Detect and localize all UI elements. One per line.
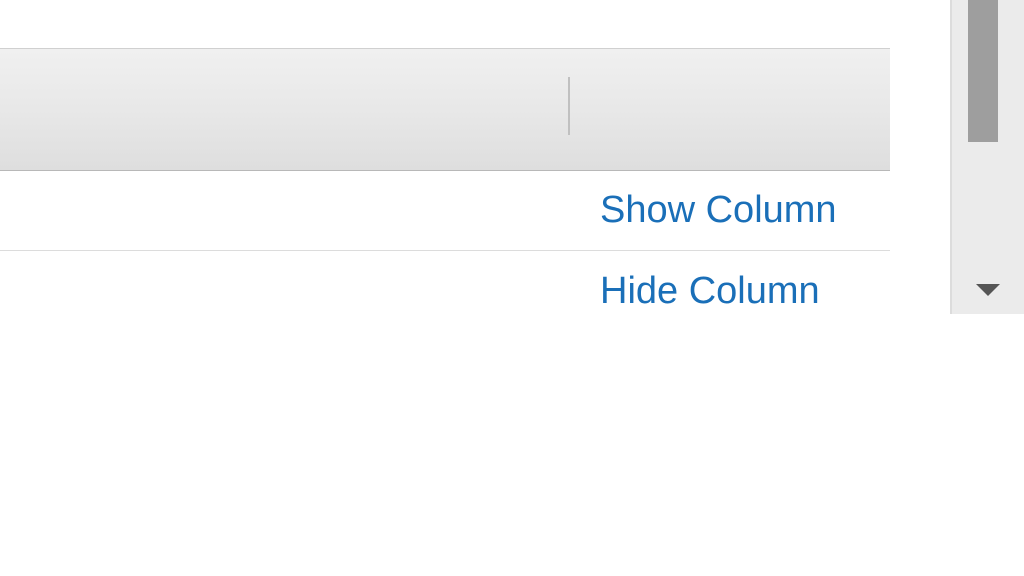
menu-row-hide-column[interactable]: Hide Column (0, 251, 890, 331)
vertical-scrollbar[interactable] (950, 0, 1024, 314)
menu-row-show-column[interactable]: Show Column (0, 171, 890, 251)
column-divider[interactable] (568, 77, 570, 135)
scrollbar-thumb[interactable] (968, 0, 998, 142)
chevron-down-icon[interactable] (976, 284, 1000, 296)
table-header (0, 48, 890, 171)
hide-column-link[interactable]: Hide Column (600, 270, 820, 313)
show-column-link[interactable]: Show Column (600, 189, 837, 232)
